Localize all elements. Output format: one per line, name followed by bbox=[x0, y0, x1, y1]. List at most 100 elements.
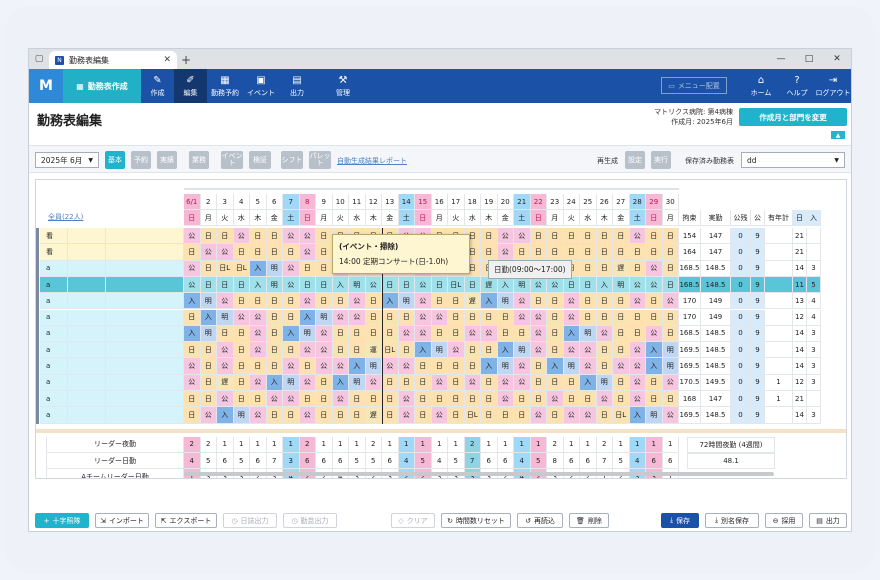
shift-cell[interactable]: 日 bbox=[530, 374, 547, 391]
shift-cell[interactable]: 日 bbox=[200, 260, 217, 277]
shift-cell[interactable]: 日 bbox=[530, 228, 547, 245]
shift-cell[interactable]: 入 bbox=[349, 358, 366, 375]
shift-cell[interactable]: 公 bbox=[415, 309, 432, 326]
shift-cell[interactable]: 明 bbox=[646, 407, 663, 424]
shift-cell[interactable]: 日 bbox=[283, 244, 300, 261]
shift-cell[interactable]: 遅 bbox=[217, 374, 234, 391]
shift-cell[interactable]: 公 bbox=[629, 276, 646, 294]
shift-cell[interactable]: 日 bbox=[283, 342, 300, 359]
shift-cell[interactable]: 公 bbox=[299, 407, 316, 424]
shift-cell[interactable]: 公 bbox=[415, 325, 432, 343]
shift-cell[interactable]: 遅 bbox=[365, 407, 382, 424]
shift-cell[interactable]: 日 bbox=[547, 374, 564, 391]
shift-cell[interactable]: 日 bbox=[200, 276, 217, 294]
shift-cell[interactable]: 日 bbox=[481, 244, 498, 261]
shift-cell[interactable]: 日 bbox=[233, 391, 250, 408]
shift-cell[interactable]: 公 bbox=[365, 276, 382, 294]
report-link[interactable]: 自動生成結果レポート bbox=[337, 156, 407, 166]
collapse-header-icon[interactable]: ▲ bbox=[831, 131, 845, 139]
shift-cell[interactable]: 日 bbox=[200, 228, 217, 245]
shift-cell[interactable]: 日 bbox=[481, 374, 498, 391]
shift-cell[interactable]: 日 bbox=[464, 276, 481, 294]
shift-cell[interactable]: 公 bbox=[646, 325, 663, 343]
day-output-button[interactable]: ◷ 日誌出力 bbox=[223, 513, 277, 528]
shift-cell[interactable]: 入 bbox=[481, 358, 498, 375]
shift-cell[interactable]: 公 bbox=[530, 407, 547, 424]
shift-cell[interactable]: 入 bbox=[250, 276, 267, 294]
export-button[interactable]: ⇱ エクスポート bbox=[155, 513, 217, 528]
nav-item-3[interactable]: ▣ イベント bbox=[243, 69, 279, 103]
nav-item-1[interactable]: ✐ 編集 bbox=[174, 69, 207, 103]
shift-cell[interactable]: 公 bbox=[596, 391, 613, 408]
shift-cell[interactable]: 公 bbox=[184, 358, 201, 375]
shift-cell[interactable]: 公 bbox=[349, 293, 366, 310]
shift-cell[interactable]: 日 bbox=[382, 374, 399, 391]
shift-cell[interactable]: 日 bbox=[464, 358, 481, 375]
shift-cell[interactable]: 日 bbox=[547, 325, 564, 343]
shift-cell[interactable]: 日 bbox=[365, 309, 382, 326]
shift-cell[interactable]: 明 bbox=[217, 309, 234, 326]
shift-cell[interactable]: 公 bbox=[514, 374, 531, 391]
shift-cell[interactable]: 日 bbox=[316, 407, 333, 424]
shift-cell[interactable]: 明 bbox=[613, 276, 630, 294]
nav-item-5[interactable]: ⚒ 管理 bbox=[325, 69, 361, 103]
shift-cell[interactable]: 日L bbox=[382, 342, 399, 359]
shift-cell[interactable]: 日 bbox=[382, 276, 399, 294]
shift-cell[interactable]: 公 bbox=[283, 358, 300, 375]
delete-button[interactable]: 🗑 削除 bbox=[569, 513, 609, 528]
shift-cell[interactable]: 公 bbox=[464, 374, 481, 391]
shift-cell[interactable]: 日 bbox=[332, 407, 349, 424]
shift-cell[interactable]: 日 bbox=[596, 407, 613, 424]
window-menu-icon[interactable]: ▢ bbox=[29, 49, 49, 69]
toolbar-button-0[interactable]: 基本 bbox=[105, 151, 125, 169]
shift-cell[interactable]: 公 bbox=[217, 244, 234, 261]
shift-cell[interactable]: 明 bbox=[563, 358, 580, 375]
shift-cell[interactable]: 公 bbox=[250, 309, 267, 326]
shift-cell[interactable]: 公 bbox=[431, 309, 448, 326]
shift-cell[interactable]: 日 bbox=[629, 260, 646, 277]
tab-close-icon[interactable]: ✕ bbox=[163, 55, 171, 65]
shift-cell[interactable]: 日 bbox=[596, 309, 613, 326]
shift-cell[interactable]: 日 bbox=[349, 391, 366, 408]
shift-cell[interactable]: 入 bbox=[200, 309, 217, 326]
shift-cell[interactable]: 日 bbox=[613, 228, 630, 245]
shift-cell[interactable]: 日 bbox=[382, 309, 399, 326]
shift-cell[interactable]: 日 bbox=[481, 228, 498, 245]
shift-cell[interactable]: 公 bbox=[200, 407, 217, 424]
shift-cell[interactable]: 日 bbox=[283, 309, 300, 326]
shift-cell[interactable]: 公 bbox=[332, 358, 349, 375]
run-button[interactable]: 実行 bbox=[651, 151, 671, 169]
member-name[interactable]: a bbox=[40, 276, 68, 294]
shift-cell[interactable]: 日 bbox=[184, 244, 201, 261]
shift-cell[interactable]: 日 bbox=[233, 293, 250, 310]
shift-cell[interactable]: 公 bbox=[382, 358, 399, 375]
shift-cell[interactable]: 公 bbox=[662, 374, 679, 391]
shift-cell[interactable]: 公 bbox=[250, 342, 267, 359]
adopt-button[interactable]: ⊖ 採用 bbox=[765, 513, 803, 528]
shift-cell[interactable]: 公 bbox=[316, 325, 333, 343]
shift-cell[interactable]: 入 bbox=[547, 358, 564, 375]
shift-cell[interactable]: 明 bbox=[349, 276, 366, 294]
shift-cell[interactable]: 公 bbox=[580, 358, 597, 375]
shift-cell[interactable]: 日 bbox=[316, 276, 333, 294]
shift-cell[interactable]: 日 bbox=[332, 293, 349, 310]
member-name[interactable]: a bbox=[40, 358, 68, 375]
shift-cell[interactable]: 公 bbox=[563, 407, 580, 424]
header-right-item-2[interactable]: ⇥ ログアウト bbox=[815, 69, 851, 103]
shift-cell[interactable]: 日 bbox=[563, 228, 580, 245]
shift-cell[interactable]: 日 bbox=[299, 276, 316, 294]
shift-cell[interactable]: 日 bbox=[662, 244, 679, 261]
shift-cell[interactable]: 明 bbox=[266, 276, 283, 294]
shift-cell[interactable]: 日 bbox=[448, 293, 465, 310]
shift-cell[interactable]: 日 bbox=[514, 391, 531, 408]
shift-cell[interactable]: 日 bbox=[200, 342, 217, 359]
change-month-dept-button[interactable]: 作成月と部門を変更 bbox=[739, 108, 847, 126]
shift-cell[interactable]: 日 bbox=[250, 358, 267, 375]
shift-cell[interactable]: 日 bbox=[662, 325, 679, 343]
shift-cell[interactable]: 公 bbox=[316, 358, 333, 375]
shift-cell[interactable]: 公 bbox=[497, 244, 514, 261]
shift-cell[interactable]: 公 bbox=[398, 407, 415, 424]
shift-cell[interactable]: 日 bbox=[283, 407, 300, 424]
shift-cell[interactable]: 日 bbox=[629, 244, 646, 261]
shift-cell[interactable]: 日 bbox=[547, 293, 564, 310]
